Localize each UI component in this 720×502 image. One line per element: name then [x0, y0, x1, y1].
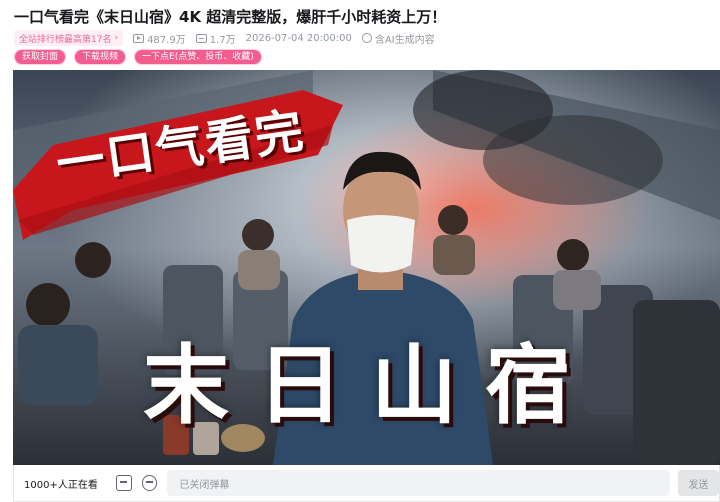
danmaku-count-value: 1.7万	[209, 34, 236, 46]
thumbnail-main-title: 末日山宿	[143, 336, 599, 436]
send-danmaku-button[interactable]: 发送	[677, 470, 719, 496]
danmaku-count-icon	[195, 33, 207, 43]
rank-badge-text: 全站排行榜最高第17名	[19, 34, 112, 45]
danmaku-count: 1.7万	[195, 31, 236, 46]
danmaku-input-placeholder: 已关闭弹幕	[179, 479, 230, 491]
danmaku-input[interactable]: 已关闭弹幕	[167, 470, 670, 496]
ai-content-icon	[361, 33, 372, 43]
get-cover-button[interactable]: 获取封面	[14, 49, 67, 65]
view-count: 487.9万	[133, 31, 186, 46]
live-viewer-count: 1000+人正在看	[24, 479, 98, 491]
video-meta: 全站排行榜最高第17名 › 487.9万 1.7万 2026-07-04 20:…	[14, 30, 435, 46]
view-count-value: 487.9万	[147, 34, 186, 46]
triple-action-button[interactable]: 一下点E(点赞、投币、收藏)	[134, 49, 262, 65]
publish-time: 2026-07-04 20:00:00	[245, 32, 352, 44]
ai-note[interactable]: 含AI生成内容	[361, 31, 435, 46]
danmaku-settings-icon[interactable]	[115, 475, 132, 491]
player-bottom-bar: 1000+人正在看 已关闭弹幕 发送	[13, 465, 720, 502]
download-video-button[interactable]: 下载视频	[74, 49, 127, 65]
play-count-icon	[133, 33, 145, 43]
ai-note-text: 含AI生成内容	[374, 34, 435, 46]
video-title: 一口气看完《末日山宿》4K 超清完整版，爆肝千小时耗资上万！	[14, 8, 447, 26]
action-row: 获取封面 下载视频 一下点E(点赞、投币、收藏)	[14, 49, 262, 65]
video-player[interactable]: 一口气看完 末日山宿	[13, 70, 720, 465]
rank-badge[interactable]: 全站排行榜最高第17名 ›	[14, 30, 124, 46]
danmaku-toggle-icon[interactable]	[141, 475, 158, 491]
chevron-right-icon: ›	[114, 33, 119, 43]
